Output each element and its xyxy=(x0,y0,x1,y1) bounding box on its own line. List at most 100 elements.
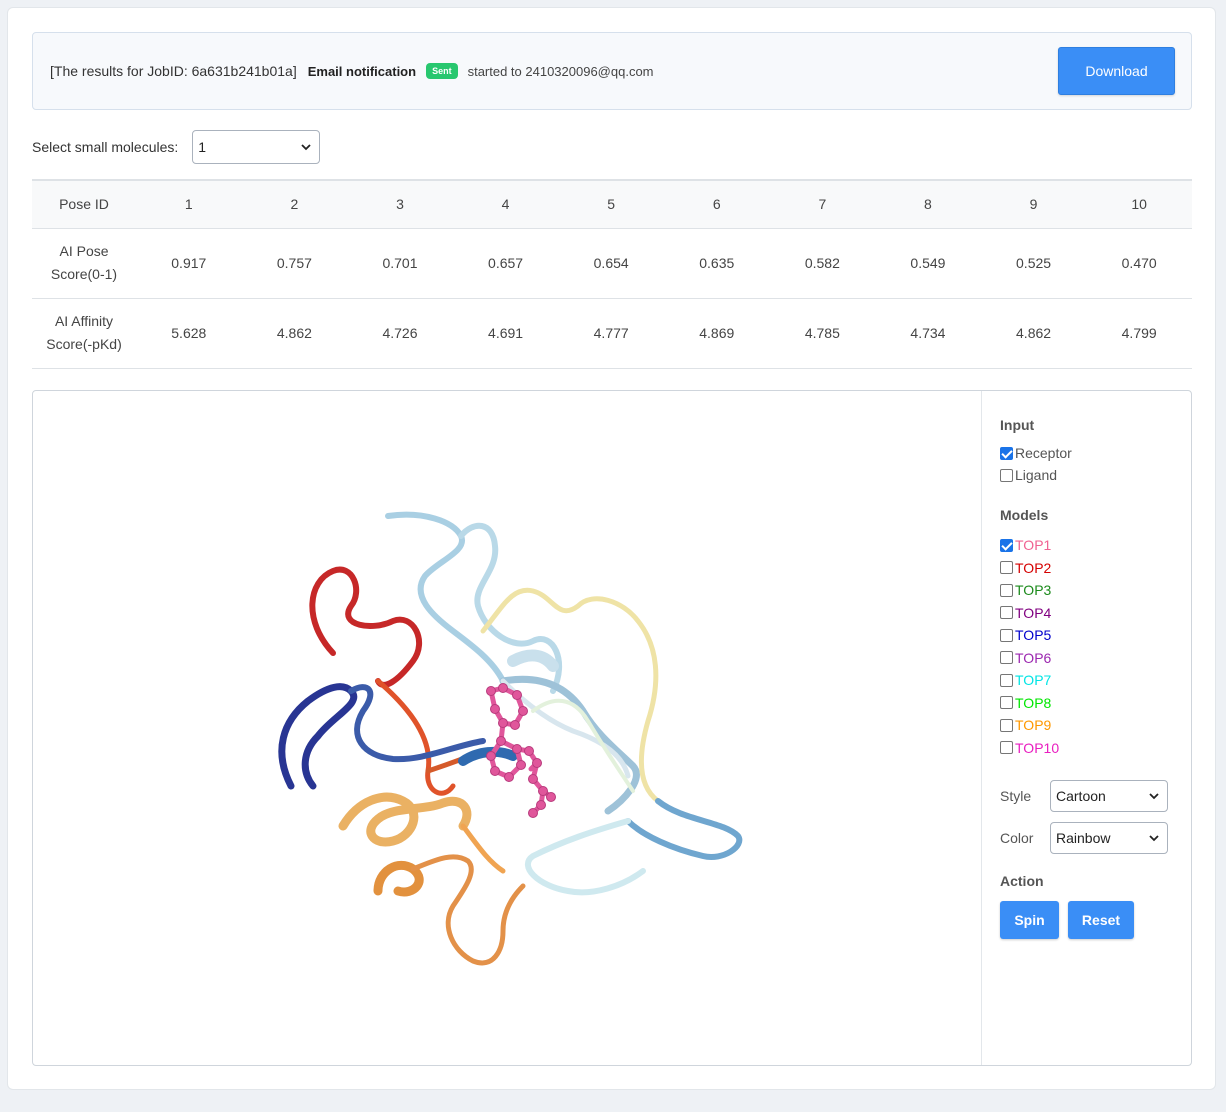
model-label: TOP5 xyxy=(1015,627,1052,643)
score-cell: 4.777 xyxy=(593,324,629,341)
row-label-line: Score(-pKd) xyxy=(46,336,122,352)
job-info-bar: [The results for JobID: 6a631b241b01a] E… xyxy=(32,32,1192,110)
model-label: TOP1 xyxy=(1015,537,1052,553)
model-label: TOP9 xyxy=(1015,717,1052,733)
pose-id-header: Pose ID xyxy=(59,195,109,212)
model-label: TOP8 xyxy=(1015,694,1052,711)
model-checkbox[interactable] xyxy=(1000,696,1013,709)
row-label-line: AI Affinity xyxy=(54,313,114,329)
pose-id-cell: 4 xyxy=(501,195,510,212)
chevron-down-icon xyxy=(1149,835,1159,842)
model-checkbox[interactable] xyxy=(1000,673,1013,687)
table-row: AI Pose Score(0-1) 0.917 0.757 0.701 0.6… xyxy=(32,228,1192,298)
ligand-checkbox-row[interactable]: Ligand xyxy=(1000,467,1057,483)
receptor-label: Receptor xyxy=(1015,445,1072,461)
style-select[interactable]: Cartoon xyxy=(1050,780,1168,812)
model-checkbox-row-top10[interactable]: TOP10 xyxy=(1000,740,1059,756)
score-cell: 0.525 xyxy=(1016,254,1052,271)
score-cell: 4.869 xyxy=(699,324,735,341)
score-cell: 0.549 xyxy=(910,254,946,271)
model-checkbox-row-top2[interactable]: TOP2 xyxy=(1000,560,1051,576)
pose-id-cell: 10 xyxy=(1131,195,1147,212)
molecule-select[interactable]: 1 xyxy=(192,130,321,164)
score-cell: 5.628 xyxy=(171,324,207,341)
model-checkbox[interactable] xyxy=(1000,651,1013,664)
model-label: TOP2 xyxy=(1015,559,1052,576)
chevron-down-icon xyxy=(1149,793,1159,800)
model-checkbox-row-top7[interactable]: TOP7 xyxy=(1000,672,1051,688)
row-label: AI Affinity Score(-pKd) xyxy=(32,298,136,368)
row-label-line: Score(0-1) xyxy=(50,266,118,282)
model-checkbox[interactable] xyxy=(1000,538,1013,552)
model-checkbox-row-top5[interactable]: TOP5 xyxy=(1000,627,1051,643)
style-row: Style Cartoon xyxy=(1000,780,1168,812)
pose-id-cell: 8 xyxy=(924,195,932,212)
ligand-checkbox[interactable] xyxy=(1000,468,1013,482)
color-label: Color xyxy=(1000,830,1034,846)
table-row: AI Affinity Score(-pKd) 5.628 4.862 4.72… xyxy=(32,298,1192,368)
score-cell: 0.701 xyxy=(382,254,418,271)
pose-id-cell: 7 xyxy=(818,195,827,212)
model-label: TOP6 xyxy=(1015,649,1052,666)
receptor-checkbox[interactable] xyxy=(1000,446,1013,460)
row-label: AI Pose Score(0-1) xyxy=(32,228,136,298)
model-checkbox[interactable] xyxy=(1000,561,1013,574)
score-cell: 0.917 xyxy=(171,254,207,271)
pose-id-cell: 3 xyxy=(396,195,404,212)
download-button[interactable]: Download xyxy=(1058,47,1175,95)
reset-button[interactable]: Reset xyxy=(1068,901,1134,939)
models-section-title: Models xyxy=(1000,507,1049,523)
score-cell: 4.785 xyxy=(804,324,840,341)
molecule-3d-canvas[interactable] xyxy=(33,391,981,1065)
score-cell: 0.582 xyxy=(804,254,840,271)
score-cell: 4.862 xyxy=(276,324,312,341)
score-cell: 0.654 xyxy=(593,254,629,271)
score-cell: 4.799 xyxy=(1121,324,1157,341)
model-checkbox[interactable] xyxy=(1000,628,1013,642)
model-checkbox[interactable] xyxy=(1000,606,1013,619)
molecule-select-label: Select small molecules: xyxy=(32,139,179,155)
model-checkbox-row-top4[interactable]: TOP4 xyxy=(1000,605,1051,621)
score-cell: 0.635 xyxy=(699,254,735,271)
model-label: TOP3 xyxy=(1015,582,1052,598)
molecule-viewer: Input Receptor Ligand Models TOP1 TOP2 TOP… xyxy=(32,390,1192,1066)
score-cell: 0.470 xyxy=(1121,254,1157,271)
model-checkbox[interactable] xyxy=(1000,583,1013,597)
model-checkbox-row-top9[interactable]: TOP9 xyxy=(1000,717,1051,733)
results-card: [The results for JobID: 6a631b241b01a] E… xyxy=(7,7,1216,1090)
molecule-select-row: Select small molecules: 1 xyxy=(32,130,321,164)
pose-id-cell: 2 xyxy=(290,195,299,212)
pose-id-cell: 6 xyxy=(712,195,721,212)
action-section-title: Action xyxy=(1000,873,1044,889)
model-checkbox-row-top6[interactable]: TOP6 xyxy=(1000,650,1051,666)
input-section-title: Input xyxy=(1000,417,1035,433)
pose-id-cell: 9 xyxy=(1029,195,1038,212)
chevron-down-icon xyxy=(301,144,311,151)
email-notification-label: Email notification xyxy=(307,63,417,79)
color-select[interactable]: Rainbow xyxy=(1050,822,1168,854)
row-label-line: AI Pose xyxy=(59,243,109,259)
score-cell: 4.862 xyxy=(1016,324,1052,341)
pose-id-cell: 1 xyxy=(184,195,193,212)
email-recipient-text: started to 2410320096@qq.com xyxy=(467,63,654,79)
model-label: TOP10 xyxy=(1015,739,1060,756)
style-select-value: Cartoon xyxy=(1056,788,1106,804)
status-badge: Sent xyxy=(426,63,458,79)
ligand-label: Ligand xyxy=(1015,467,1058,483)
model-checkbox[interactable] xyxy=(1000,741,1013,754)
pose-score-table: Pose ID 1 2 3 4 5 6 7 8 9 10 AI Pose Sco… xyxy=(32,179,1192,369)
score-cell: 4.726 xyxy=(382,324,418,341)
style-label: Style xyxy=(1000,788,1032,804)
score-cell: 0.757 xyxy=(276,254,312,271)
score-cell: 4.691 xyxy=(488,324,524,341)
color-select-value: Rainbow xyxy=(1056,830,1111,846)
model-checkbox-row-top8[interactable]: TOP8 xyxy=(1000,695,1051,711)
model-checkbox-row-top3[interactable]: TOP3 xyxy=(1000,582,1051,598)
spin-button[interactable]: Spin xyxy=(1000,901,1059,939)
model-checkbox[interactable] xyxy=(1000,718,1013,732)
receptor-checkbox-row[interactable]: Receptor xyxy=(1000,445,1072,461)
model-label: TOP7 xyxy=(1015,672,1052,688)
model-checkbox-row-top1[interactable]: TOP1 xyxy=(1000,537,1051,553)
table-header-row: Pose ID 1 2 3 4 5 6 7 8 9 10 xyxy=(32,180,1192,228)
pose-id-cell: 5 xyxy=(607,195,616,212)
